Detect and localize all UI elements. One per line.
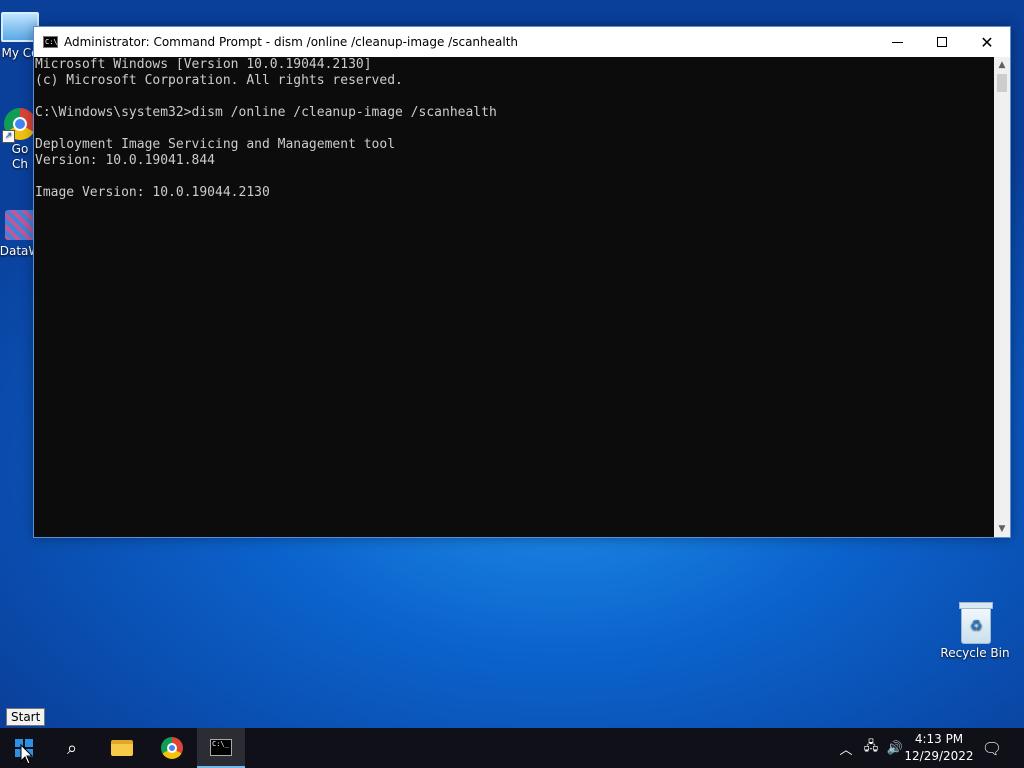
show-hidden-icons-button[interactable]: ︿ bbox=[836, 728, 856, 768]
command-prompt-icon: C:\ bbox=[43, 36, 58, 48]
minimize-icon bbox=[891, 41, 903, 43]
notification-icon: 🗨 bbox=[981, 738, 1003, 758]
network-button[interactable]: 🖧 bbox=[860, 728, 882, 768]
command-prompt-window[interactable]: C:\ Administrator: Command Prompt - dism… bbox=[33, 26, 1011, 538]
close-button[interactable]: ✕ bbox=[964, 27, 1010, 57]
scroll-down-arrow-icon[interactable]: ▼ bbox=[994, 521, 1010, 537]
close-icon: ✕ bbox=[980, 32, 994, 52]
console-line: (c) Microsoft Corporation. All rights re… bbox=[35, 73, 403, 88]
start-tooltip: Start bbox=[6, 708, 46, 726]
scrollbar-thumb[interactable] bbox=[997, 74, 1007, 92]
desktop: My Co ↗ Go Ch DataW ♻ Recycle Bin C:\ Ad… bbox=[0, 0, 1024, 728]
clock[interactable]: 4:13 PM 12/29/2022 bbox=[900, 731, 978, 765]
chrome-icon bbox=[161, 737, 183, 759]
window-titlebar[interactable]: C:\ Administrator: Command Prompt - dism… bbox=[34, 27, 1010, 57]
chevron-up-icon: ︿ bbox=[839, 742, 853, 758]
taskbar: ⌕ C:\_ ︿ 🖧 🔊 4:13 PM 12/29/2022 🗨 bbox=[0, 728, 1024, 768]
desktop-icon-label: Recycle Bin bbox=[940, 646, 1010, 660]
file-explorer-button[interactable] bbox=[98, 728, 146, 768]
desktop-icon-recycle-bin[interactable]: ♻ Recycle Bin bbox=[937, 602, 1013, 661]
console-line: C:\Windows\system32>dism /online /cleanu… bbox=[35, 105, 497, 120]
search-button[interactable]: ⌕ bbox=[48, 728, 96, 768]
console-line: Microsoft Windows [Version 10.0.19044.21… bbox=[35, 57, 372, 72]
command-prompt-icon: C:\_ bbox=[210, 738, 232, 756]
console-line: Deployment Image Servicing and Managemen… bbox=[35, 137, 396, 152]
shortcut-arrow-icon: ↗ bbox=[2, 130, 15, 143]
chrome-taskbar-button[interactable] bbox=[148, 728, 196, 768]
clock-date: 12/29/2022 bbox=[904, 749, 974, 763]
folder-icon bbox=[111, 740, 133, 756]
notifications-button[interactable]: 🗨 bbox=[978, 728, 1006, 768]
maximize-button[interactable] bbox=[919, 27, 965, 57]
vertical-scrollbar[interactable]: ▲ ▼ bbox=[994, 57, 1010, 537]
maximize-icon bbox=[937, 37, 947, 47]
mouse-cursor-icon bbox=[20, 744, 34, 765]
network-icon: 🖧 bbox=[863, 739, 879, 754]
clock-time: 4:13 PM bbox=[914, 732, 964, 746]
search-icon: ⌕ bbox=[66, 737, 78, 759]
minimize-button[interactable] bbox=[874, 27, 920, 57]
scroll-up-arrow-icon[interactable]: ▲ bbox=[994, 57, 1010, 73]
window-title: Administrator: Command Prompt - dism /on… bbox=[64, 35, 519, 49]
console-line: Image Version: 10.0.19044.2130 bbox=[35, 185, 270, 200]
chrome-icon: ↗ bbox=[2, 108, 36, 143]
console-output[interactable]: Microsoft Windows [Version 10.0.19044.21… bbox=[34, 57, 994, 537]
app-icon bbox=[5, 210, 35, 240]
command-prompt-taskbar-button[interactable]: C:\_ bbox=[197, 728, 245, 768]
console-line: Version: 10.0.19041.844 bbox=[35, 153, 216, 168]
recycle-bin-icon: ♻ bbox=[958, 602, 993, 644]
